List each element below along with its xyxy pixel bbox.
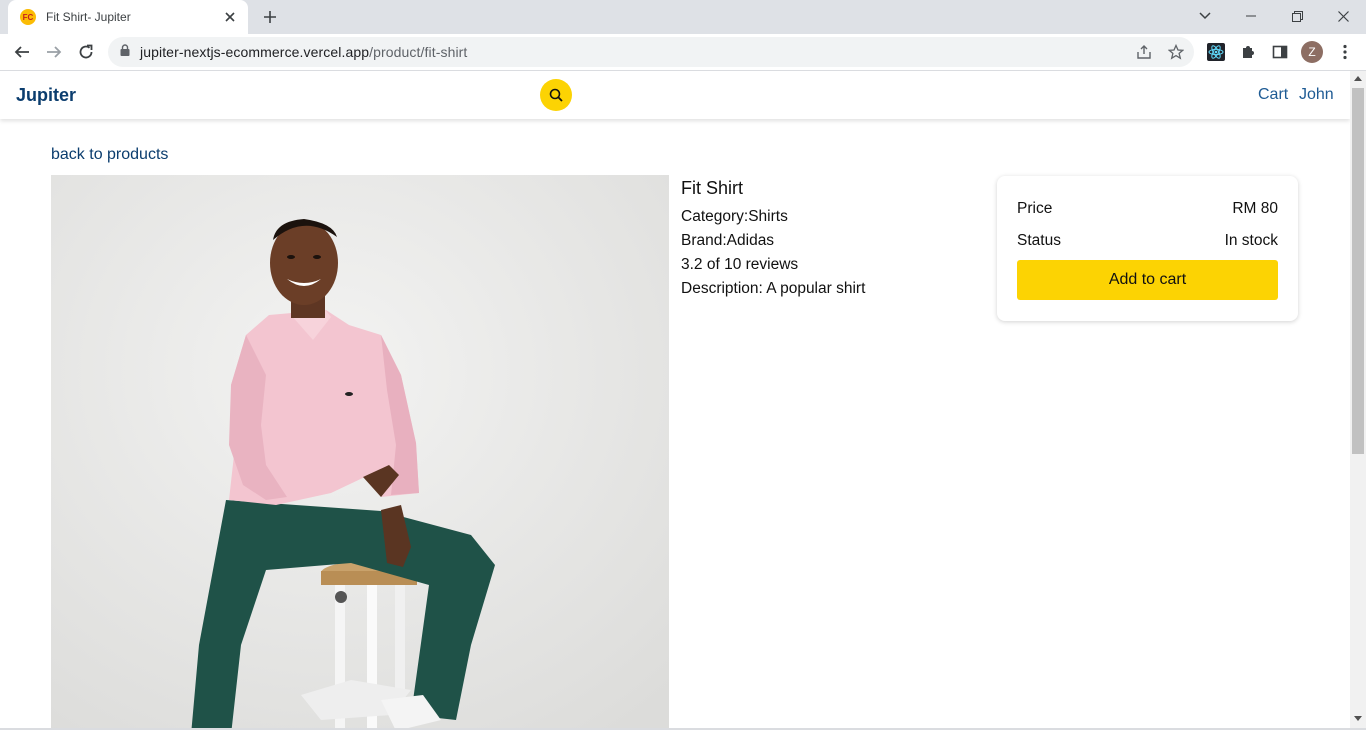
nav-user-link[interactable]: John bbox=[1299, 86, 1334, 104]
restore-window-icon[interactable] bbox=[1274, 0, 1320, 32]
browser-toolbar: jupiter-nextjs-ecommerce.vercel.app/prod… bbox=[0, 34, 1366, 71]
status-row: Status In stock bbox=[1017, 232, 1278, 250]
side-panel-icon[interactable] bbox=[1269, 41, 1291, 63]
url-path: /product/fit-shirt bbox=[369, 44, 468, 60]
lock-icon bbox=[120, 43, 130, 61]
url-domain: jupiter-nextjs-ecommerce.vercel.app bbox=[140, 44, 370, 60]
address-bar[interactable]: jupiter-nextjs-ecommerce.vercel.app/prod… bbox=[108, 37, 1194, 67]
scroll-down-arrow-icon[interactable] bbox=[1354, 716, 1362, 721]
scrollbar-thumb[interactable] bbox=[1352, 88, 1364, 454]
extensions-puzzle-icon[interactable] bbox=[1237, 41, 1259, 63]
product-reviews: 3.2 of 10 reviews bbox=[681, 256, 799, 273]
product-brand: Brand:Adidas bbox=[681, 232, 775, 249]
tab-title: Fit Shirt- Jupiter bbox=[46, 10, 131, 24]
price-row: Price RM 80 bbox=[1017, 200, 1278, 218]
nav-cart-link[interactable]: Cart bbox=[1258, 86, 1288, 104]
search-icon bbox=[549, 88, 563, 102]
site-header: Jupiter Cart John bbox=[0, 71, 1350, 119]
share-icon[interactable] bbox=[1134, 42, 1154, 62]
back-arrow-icon[interactable] bbox=[8, 38, 36, 66]
page-viewport: Jupiter Cart John back to products Fit S… bbox=[0, 71, 1350, 728]
url-text: jupiter-nextjs-ecommerce.vercel.app/prod… bbox=[140, 44, 467, 60]
minimize-window-icon[interactable] bbox=[1228, 0, 1274, 32]
add-to-cart-button[interactable]: Add to cart bbox=[1017, 260, 1278, 300]
purchase-card: Price RM 80 Status In stock Add to cart bbox=[997, 176, 1298, 321]
profile-avatar[interactable]: Z bbox=[1301, 41, 1323, 63]
forward-arrow-icon[interactable] bbox=[40, 38, 68, 66]
reload-icon[interactable] bbox=[72, 38, 100, 66]
search-button[interactable] bbox=[540, 79, 572, 111]
page-scrollbar[interactable] bbox=[1350, 71, 1366, 728]
react-devtools-extension-icon[interactable] bbox=[1205, 41, 1227, 63]
new-tab-button[interactable] bbox=[258, 5, 282, 29]
price-value: RM 80 bbox=[1232, 200, 1278, 217]
browser-tab-strip: FC Fit Shirt- Jupiter bbox=[0, 0, 1366, 34]
product-description: Description: A popular shirt bbox=[681, 280, 866, 297]
site-favicon-icon: FC bbox=[20, 9, 36, 25]
brand-logo[interactable]: Jupiter bbox=[16, 85, 76, 106]
price-label: Price bbox=[1017, 200, 1053, 217]
tab-search-icon[interactable] bbox=[1182, 0, 1228, 32]
back-to-products-link[interactable]: back to products bbox=[51, 146, 168, 164]
chrome-menu-icon[interactable] bbox=[1334, 41, 1356, 63]
browser-tab[interactable]: FC Fit Shirt- Jupiter bbox=[8, 0, 248, 34]
product-category: Category:Shirts bbox=[681, 208, 788, 225]
close-tab-icon[interactable] bbox=[222, 9, 238, 25]
close-window-icon[interactable] bbox=[1320, 0, 1366, 32]
status-value: In stock bbox=[1224, 232, 1278, 249]
product-info: Fit Shirt Category:Shirts Brand:Adidas 3… bbox=[681, 178, 865, 301]
bookmark-star-icon[interactable] bbox=[1166, 42, 1186, 62]
product-title: Fit Shirt bbox=[681, 178, 744, 198]
status-label: Status bbox=[1017, 232, 1061, 249]
product-image bbox=[51, 175, 669, 728]
scroll-up-arrow-icon[interactable] bbox=[1354, 76, 1362, 81]
